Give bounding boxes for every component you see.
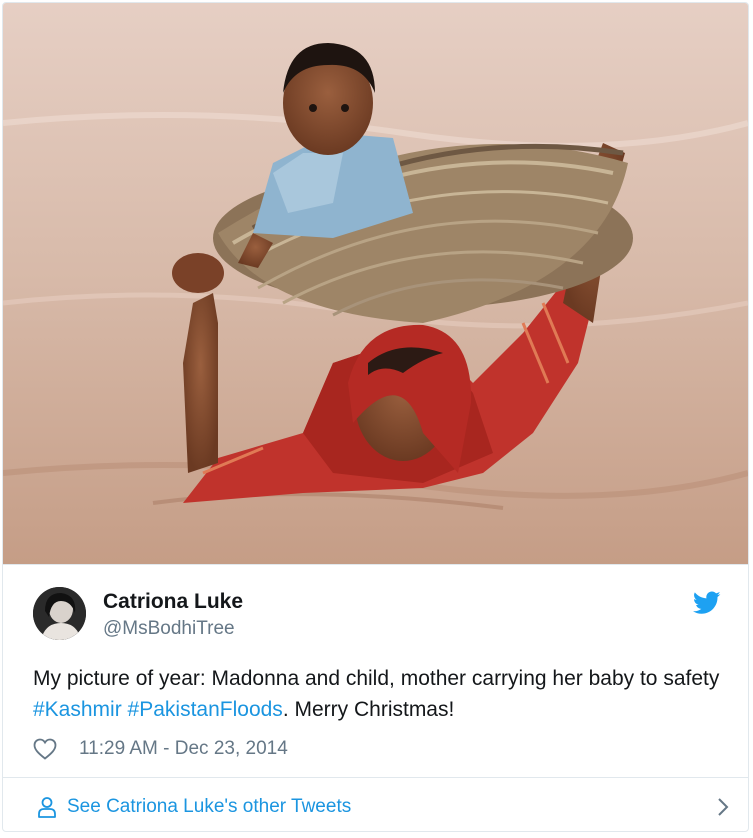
tweet-photo[interactable] — [3, 3, 748, 565]
hashtag-pakistanfloods[interactable]: #PakistanFloods — [128, 698, 283, 721]
tweet-author: Catriona Luke @MsBodhiTree — [33, 587, 723, 643]
tweet-meta: 11:29 AM - Dec 23, 2014 — [33, 736, 433, 762]
author-display-name[interactable]: Catriona Luke — [103, 589, 243, 615]
author-avatar[interactable] — [33, 587, 86, 640]
avatar-image — [33, 587, 86, 640]
tweet-text-prefix: My picture of year: Madonna and child, m… — [33, 667, 720, 690]
tweet-text: My picture of year: Madonna and child, m… — [33, 663, 733, 725]
tweet-text-suffix: . Merry Christmas! — [282, 698, 455, 721]
see-other-tweets-label[interactable]: See Catriona Luke's other Tweets — [67, 796, 351, 818]
person-icon — [38, 797, 56, 818]
author-handle[interactable]: @MsBodhiTree — [103, 617, 243, 641]
tweet-timestamp[interactable]: 11:29 AM - Dec 23, 2014 — [79, 738, 288, 760]
see-other-tweets-link[interactable]: See Catriona Luke's other Tweets — [37, 793, 729, 821]
author-names: Catriona Luke @MsBodhiTree — [103, 589, 243, 641]
hashtag-kashmir[interactable]: #Kashmir — [33, 698, 122, 721]
embedded-tweet-card: Catriona Luke @MsBodhiTree My picture of… — [2, 2, 749, 832]
twitter-bird-icon[interactable] — [693, 591, 721, 615]
heart-icon[interactable] — [33, 738, 57, 760]
flood-photo-illustration — [3, 3, 748, 564]
footer-divider — [3, 777, 748, 778]
chevron-right-icon[interactable] — [715, 796, 731, 818]
